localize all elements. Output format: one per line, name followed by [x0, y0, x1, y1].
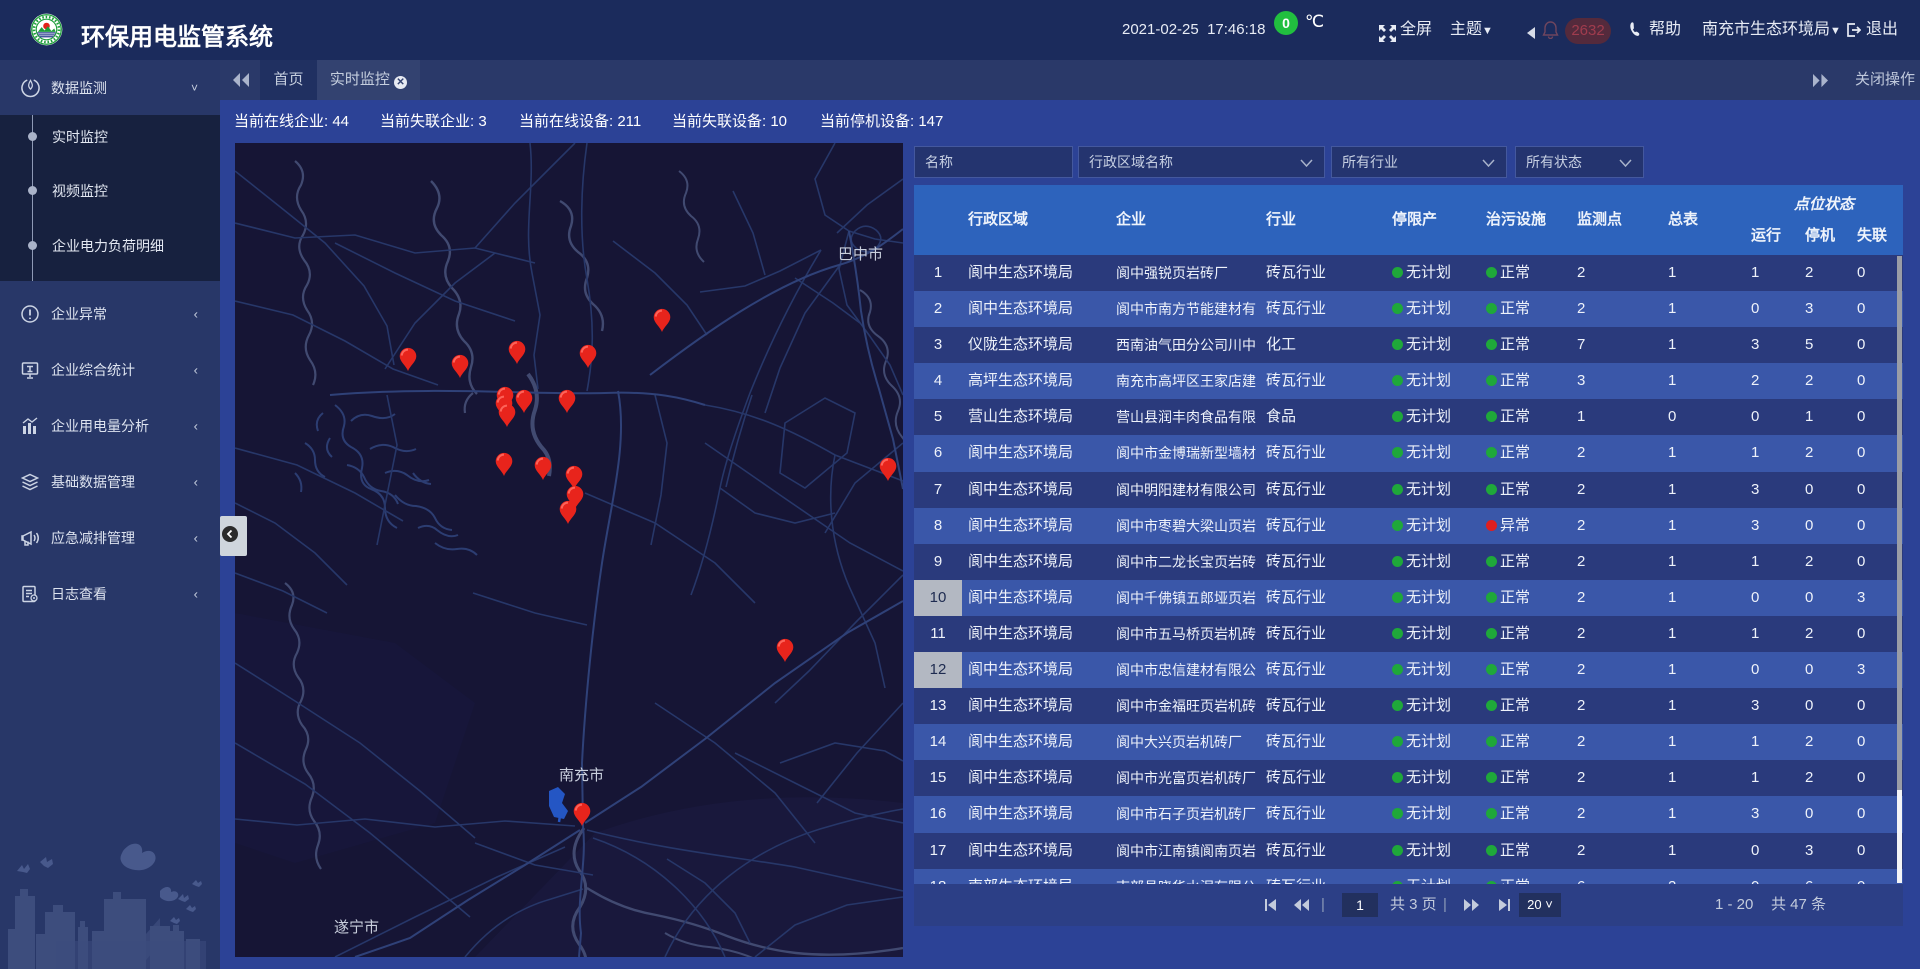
svg-text:南充市: 南充市	[559, 767, 604, 784]
svg-text:遂宁市: 遂宁市	[334, 919, 379, 936]
svg-text:巴中市: 巴中市	[838, 246, 883, 263]
